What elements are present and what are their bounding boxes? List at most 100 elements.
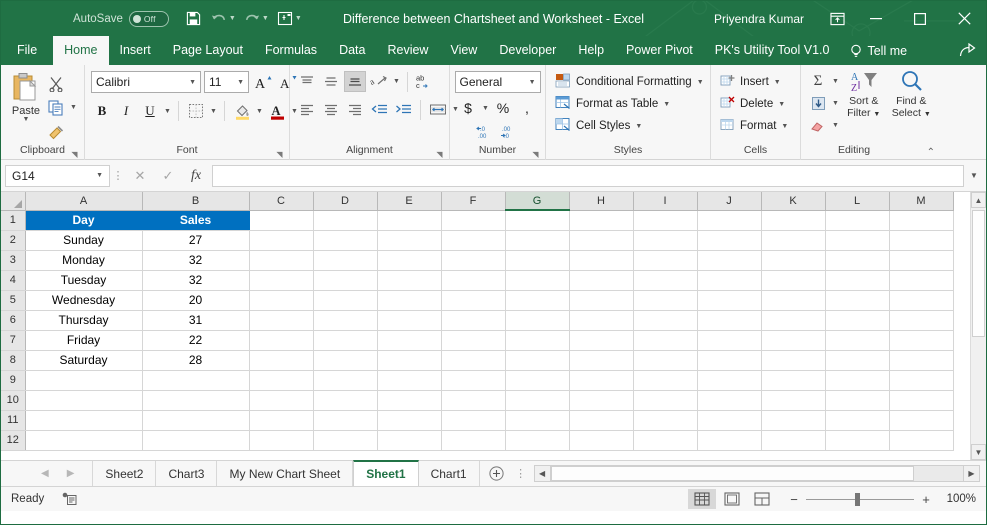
fill-button[interactable]: ▼ (807, 93, 840, 114)
sheet-tab-overflow-icon[interactable]: ⋮ (514, 461, 528, 486)
cell-i10[interactable] (633, 390, 698, 411)
borders-button[interactable] (185, 100, 207, 122)
decrease-decimal-button[interactable]: .00.0 (499, 121, 521, 142)
cell-b9[interactable] (142, 370, 250, 391)
borders-dropdown-icon[interactable]: ▼ (209, 108, 218, 115)
cell-c10[interactable] (249, 390, 314, 411)
cell-g12[interactable] (505, 430, 570, 451)
zoom-slider-thumb[interactable] (855, 492, 860, 506)
cell-h6[interactable] (569, 310, 634, 331)
clear-button[interactable]: ▼ (807, 115, 840, 136)
cell-i7[interactable] (633, 330, 698, 351)
sheet-tab-sheet2[interactable]: Sheet2 (92, 461, 157, 486)
cell-k12[interactable] (761, 430, 826, 451)
paste-button[interactable]: Paste ▼ (7, 70, 45, 123)
cell-l12[interactable] (825, 430, 890, 451)
cell-m1[interactable] (889, 210, 954, 231)
row-header-8[interactable]: 8 (1, 350, 26, 371)
cell-b6[interactable]: 31 (142, 310, 250, 331)
sheet-tab-my-new-chart-sheet[interactable]: My New Chart Sheet (217, 461, 354, 486)
scroll-up-button[interactable]: ▲ (971, 192, 986, 208)
ribbon-display-options-icon[interactable] (820, 12, 854, 26)
cell-g2[interactable] (505, 230, 570, 251)
cell-h3[interactable] (569, 250, 634, 271)
top-align-button[interactable] (296, 71, 318, 92)
column-header-d[interactable]: D (313, 192, 378, 211)
cell-k1[interactable] (761, 210, 826, 231)
cell-f8[interactable] (441, 350, 506, 371)
cell-k8[interactable] (761, 350, 826, 371)
scroll-right-button[interactable]: ▶ (963, 465, 980, 482)
cell-a3[interactable]: Monday (25, 250, 143, 271)
cell-c7[interactable] (249, 330, 314, 351)
cell-k7[interactable] (761, 330, 826, 351)
font-dialog-launcher[interactable]: ◥ (275, 150, 284, 159)
cell-a11[interactable] (25, 410, 143, 431)
cell-j1[interactable] (697, 210, 762, 231)
cell-d9[interactable] (313, 370, 378, 391)
zoom-out-button[interactable]: − (788, 492, 800, 507)
select-all-corner[interactable] (1, 192, 26, 211)
autosum-button[interactable]: Σ ▼ (807, 71, 840, 92)
column-header-c[interactable]: C (249, 192, 314, 211)
column-header-i[interactable]: I (633, 192, 698, 211)
zoom-slider-track[interactable] (806, 492, 914, 506)
conditional-formatting-button[interactable]: Conditional Formatting ▼ (552, 71, 707, 93)
row-header-4[interactable]: 4 (1, 270, 26, 291)
ribbon-tab-file[interactable]: File (1, 36, 53, 65)
cell-l6[interactable] (825, 310, 890, 331)
cell-m5[interactable] (889, 290, 954, 311)
cell-e8[interactable] (377, 350, 442, 371)
cell-f7[interactable] (441, 330, 506, 351)
ribbon-tab-view[interactable]: View (439, 36, 488, 65)
cell-m9[interactable] (889, 370, 954, 391)
middle-align-button[interactable] (320, 71, 342, 92)
row-header-11[interactable]: 11 (1, 410, 26, 431)
merge-center-button[interactable] (427, 99, 449, 120)
orientation-button[interactable]: a (368, 71, 390, 92)
autosum-dropdown-icon[interactable]: ▼ (831, 78, 840, 85)
cell-i8[interactable] (633, 350, 698, 371)
row-header-9[interactable]: 9 (1, 370, 26, 391)
sheet-tab-chart1[interactable]: Chart1 (419, 461, 480, 486)
alignment-dialog-launcher[interactable]: ◥ (435, 150, 444, 159)
cell-i2[interactable] (633, 230, 698, 251)
cell-d4[interactable] (313, 270, 378, 291)
find-select-button[interactable]: Find & Select ▼ (888, 69, 936, 121)
cell-f9[interactable] (441, 370, 506, 391)
cell-g4[interactable] (505, 270, 570, 291)
cell-j3[interactable] (697, 250, 762, 271)
chevron-down-icon[interactable]: ▼ (774, 79, 781, 86)
cell-k6[interactable] (761, 310, 826, 331)
cell-l2[interactable] (825, 230, 890, 251)
cell-c3[interactable] (249, 250, 314, 271)
insert-function-icon[interactable]: fx (182, 168, 210, 184)
cell-d11[interactable] (313, 410, 378, 431)
enter-formula-icon[interactable]: ✓ (154, 168, 182, 184)
accounting-format-button[interactable]: $ (457, 97, 479, 119)
row-header-5[interactable]: 5 (1, 290, 26, 311)
font-size-combo[interactable]: 11 ▼ (204, 71, 249, 93)
cell-k4[interactable] (761, 270, 826, 291)
cell-l7[interactable] (825, 330, 890, 351)
cell-i4[interactable] (633, 270, 698, 291)
cell-b12[interactable] (142, 430, 250, 451)
cell-m4[interactable] (889, 270, 954, 291)
cell-e1[interactable] (377, 210, 442, 231)
vertical-scroll-thumb[interactable] (972, 210, 985, 337)
cell-e6[interactable] (377, 310, 442, 331)
comma-style-button[interactable]: , (516, 97, 538, 119)
cell-b2[interactable]: 27 (142, 230, 250, 251)
cell-l1[interactable] (825, 210, 890, 231)
cell-f12[interactable] (441, 430, 506, 451)
row-header-1[interactable]: 1 (1, 210, 26, 231)
column-header-k[interactable]: K (761, 192, 826, 211)
cell-i6[interactable] (633, 310, 698, 331)
cell-f3[interactable] (441, 250, 506, 271)
cell-j10[interactable] (697, 390, 762, 411)
cell-i11[interactable] (633, 410, 698, 431)
page-break-preview-button[interactable] (748, 489, 776, 509)
cell-m11[interactable] (889, 410, 954, 431)
cell-a12[interactable] (25, 430, 143, 451)
cell-f1[interactable] (441, 210, 506, 231)
